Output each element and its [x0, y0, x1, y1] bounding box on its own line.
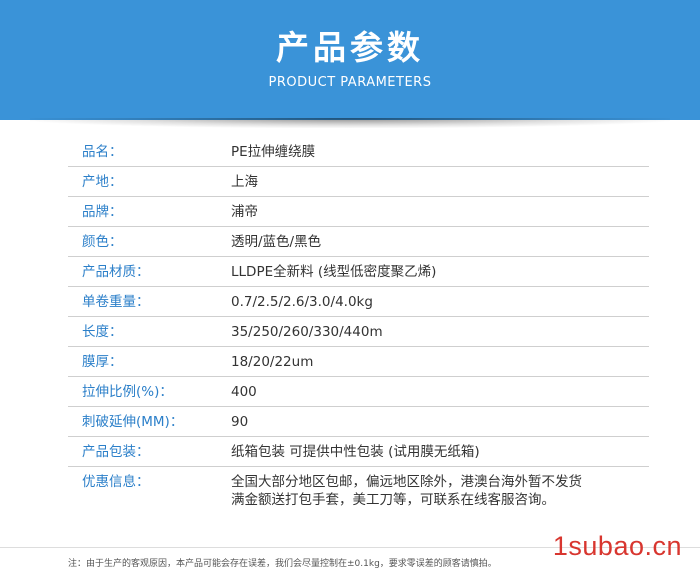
param-row-thickness: 膜厚： 18/20/22um [68, 347, 649, 377]
header-banner: 产品参数 PRODUCT PARAMETERS [0, 0, 700, 120]
param-label: 颜色： [82, 234, 123, 250]
param-label: 长度： [82, 324, 123, 340]
param-value: PE拉伸缠绕膜 [231, 144, 316, 160]
param-label: 拉伸比例(%)： [82, 384, 173, 400]
watermark-logo: 1subao.cn [552, 531, 682, 561]
param-label: 优惠信息： [82, 474, 150, 490]
param-label: 产地： [82, 174, 123, 190]
param-label: 产品材质： [82, 264, 150, 280]
param-label: 膜厚： [82, 354, 123, 370]
param-value: 18/20/22um [231, 354, 314, 370]
param-value: 上海 [231, 174, 258, 190]
param-row-stretch: 拉伸比例(%)： 400 [68, 377, 649, 407]
promo-line-1: 全国大部分地区包邮，偏远地区除外，港澳台海外暂不发货 [231, 474, 582, 490]
banner-shadow [30, 118, 670, 128]
param-value: 浦帝 [231, 204, 258, 220]
param-row-color: 颜色： 透明/蓝色/黑色 [68, 227, 649, 257]
param-row-origin: 产地： 上海 [68, 167, 649, 197]
param-value-promo: 全国大部分地区包邮，偏远地区除外，港澳台海外暂不发货 满金额送打包手套，美工刀等… [231, 473, 582, 509]
param-value: 透明/蓝色/黑色 [231, 234, 322, 250]
param-row-length: 长度： 35/250/260/330/440m [68, 317, 649, 347]
param-label: 品牌： [82, 204, 123, 220]
footnote-text: 注：由于生产的客观原因，本产品可能会存在误差，我们会尽量控制在±0.1kg，要求… [68, 559, 497, 569]
param-value: 90 [231, 414, 249, 430]
param-row-material: 产品材质： LLDPE全新料 (线型低密度聚乙烯) [68, 257, 649, 287]
param-value: 400 [231, 384, 257, 400]
page-title: 产品参数 [276, 28, 424, 67]
param-row-packaging: 产品包装： 纸箱包装 可提供中性包装 (试用膜无纸箱) [68, 437, 649, 467]
param-label: 品名： [82, 144, 123, 160]
param-row-promo: 优惠信息： 全国大部分地区包邮，偏远地区除外，港澳台海外暂不发货 满金额送打包手… [68, 467, 649, 521]
param-row-name: 品名： PE拉伸缠绕膜 [68, 137, 649, 167]
parameter-table: 品名： PE拉伸缠绕膜 产地： 上海 品牌： 浦帝 颜色： 透明/蓝色/黑色 产… [68, 137, 649, 521]
param-value: 35/250/260/330/440m [231, 324, 383, 340]
promo-line-2: 满金额送打包手套，美工刀等，可联系在线客服咨询。 [231, 492, 555, 508]
param-row-weight: 单卷重量： 0.7/2.5/2.6/3.0/4.0kg [68, 287, 649, 317]
param-row-puncture: 刺破延伸(MM)： 90 [68, 407, 649, 437]
param-value: 0.7/2.5/2.6/3.0/4.0kg [231, 294, 373, 310]
param-value: LLDPE全新料 (线型低密度聚乙烯) [231, 264, 437, 280]
param-value: 纸箱包装 可提供中性包装 (试用膜无纸箱) [231, 444, 480, 460]
param-label: 单卷重量： [82, 294, 150, 310]
param-label: 刺破延伸(MM)： [82, 414, 184, 430]
param-row-brand: 品牌： 浦帝 [68, 197, 649, 227]
param-label: 产品包装： [82, 444, 150, 460]
page-subtitle: PRODUCT PARAMETERS [268, 75, 432, 90]
